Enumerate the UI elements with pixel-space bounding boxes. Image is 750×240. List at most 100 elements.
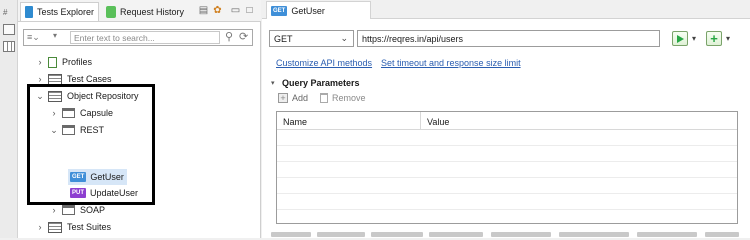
chevron-down-icon: ⌄ (340, 33, 348, 43)
refresh-icon[interactable]: ⟳ (239, 30, 248, 43)
tree-item-label: GetUser (90, 172, 124, 182)
tree-item-profiles[interactable]: › Profiles (35, 54, 92, 70)
plus-icon: + (710, 31, 718, 46)
chevron-right-icon[interactable]: › (35, 74, 45, 84)
tab-request-history[interactable]: Request History (102, 2, 188, 21)
add-param-button[interactable]: + Add (278, 93, 308, 103)
add-label: Add (292, 93, 309, 103)
table-row[interactable] (277, 209, 737, 210)
bottom-tab[interactable] (491, 232, 551, 237)
add-dropdown-icon[interactable]: ▾ (726, 34, 730, 43)
tree-item-label: Profiles (62, 57, 93, 67)
tab-label: Request History (119, 6, 184, 17)
chevron-down-icon[interactable]: ⌄ (49, 125, 59, 136)
table-row[interactable] (277, 177, 737, 178)
add-verification-button[interactable]: + (706, 31, 722, 46)
test-cases-icon (48, 73, 62, 85)
customize-api-methods-link[interactable]: Customize API methods (276, 58, 372, 68)
method-select[interactable]: GET ⌄ (269, 30, 354, 47)
trash-icon (320, 93, 328, 103)
folder-icon (62, 205, 75, 215)
tab-label: Tests Explorer (36, 7, 94, 17)
tree-item-soap[interactable]: › SOAP (49, 202, 105, 218)
run-dropdown-icon[interactable]: ▾ (692, 34, 696, 43)
tree-item-label: Object Repository (67, 91, 139, 101)
table-view-icon[interactable] (3, 41, 15, 52)
bottom-tab[interactable] (637, 232, 697, 237)
chevron-right-icon[interactable]: › (35, 57, 45, 67)
explorer-tabbar: Tests Explorer Request History ▤ ✿ ▭ □ (18, 0, 261, 22)
bottom-tab[interactable] (317, 232, 365, 237)
tree-item-label: REST (80, 125, 105, 135)
remove-label: Remove (332, 93, 366, 103)
sync-icon[interactable]: ✿ (212, 5, 223, 16)
run-button[interactable] (672, 31, 688, 46)
column-divider (420, 112, 421, 129)
maximize-icon[interactable]: □ (244, 5, 255, 16)
tests-explorer-icon (25, 6, 33, 18)
chevron-right-icon[interactable]: › (49, 205, 59, 215)
table-row[interactable] (277, 161, 737, 162)
tree-item-label: Test Suites (67, 222, 112, 232)
query-parameters-table: Name Value (276, 111, 738, 224)
tab-label: GetUser (291, 5, 325, 16)
set-timeout-link[interactable]: Set timeout and response size limit (381, 58, 521, 68)
collapse-icon[interactable]: ▾ (271, 79, 275, 87)
window-icon[interactable] (3, 24, 15, 35)
column-header-value: Value (427, 117, 450, 127)
tree-item-label: SOAP (80, 205, 106, 215)
chevron-right-icon[interactable]: › (49, 108, 59, 118)
tree-item-test-cases[interactable]: › Test Cases (35, 71, 112, 87)
remove-param-button[interactable]: Remove (320, 93, 366, 103)
bottom-tab[interactable] (705, 232, 739, 237)
pin-icon[interactable]: # (3, 8, 15, 19)
tree-item-getuser[interactable]: GET GetUser (68, 169, 127, 185)
tree-item-label: Test Cases (67, 74, 112, 84)
folder-icon (62, 125, 75, 135)
table-row[interactable] (277, 145, 737, 146)
tree-item-object-repository[interactable]: ⌄ Object Repository (35, 88, 139, 104)
bottom-tabs-strip (271, 229, 741, 238)
tree-item-capsule[interactable]: › Capsule (49, 105, 113, 121)
column-header-name: Name (283, 117, 308, 127)
filter-icon[interactable]: ≡⌄ (27, 32, 40, 43)
tree-item-updateuser[interactable]: PUT UpdateUser (70, 185, 138, 201)
get-badge: GET (271, 5, 288, 16)
bottom-tab[interactable] (429, 232, 483, 237)
tab-getuser[interactable]: GET GetUser (266, 1, 371, 19)
tab-tests-explorer[interactable]: Tests Explorer (20, 2, 99, 21)
tree-item-label: UpdateUser (90, 188, 139, 198)
search-icon[interactable]: ⚲ (225, 30, 233, 43)
query-parameters-heading: Query Parameters (282, 78, 360, 88)
request-history-icon (106, 5, 116, 18)
method-value: GET (274, 33, 293, 44)
chevron-down-icon[interactable]: ⌄ (35, 91, 45, 102)
tree-item-test-suites[interactable]: › Test Suites (35, 219, 111, 235)
add-icon: + (278, 93, 288, 103)
restore-icon[interactable]: ▤ (198, 5, 209, 16)
request-editor: GET GetUser GET ⌄ ▾ + ▾ Customize API me… (262, 0, 750, 238)
tree-item-label: Capsule (80, 108, 114, 118)
side-toolbar: # (0, 0, 18, 238)
minimize-icon[interactable]: ▭ (230, 5, 241, 16)
chevron-right-icon[interactable]: › (35, 222, 45, 232)
search-bar: ≡⌄ ▾ ⚲ ⟳ (23, 29, 253, 46)
bottom-tab[interactable] (371, 232, 423, 237)
table-row[interactable] (277, 193, 737, 194)
bottom-tab[interactable] (271, 232, 311, 237)
chevron-down-icon[interactable]: ▾ (53, 31, 57, 40)
folder-icon (62, 108, 75, 118)
header-divider (277, 129, 737, 130)
put-badge: PUT (70, 188, 86, 198)
search-input[interactable] (70, 31, 220, 44)
bottom-tab[interactable] (559, 232, 629, 237)
url-input[interactable] (357, 30, 660, 47)
editor-tabbar: GET GetUser (262, 0, 750, 19)
tree-item-rest[interactable]: ⌄ REST (49, 122, 104, 138)
object-repository-icon (48, 90, 62, 102)
tests-explorer-panel: Tests Explorer Request History ▤ ✿ ▭ □ ≡… (18, 0, 261, 238)
test-suites-icon (48, 221, 62, 233)
get-badge: GET (70, 172, 87, 182)
profiles-icon (48, 56, 57, 68)
play-icon (676, 34, 684, 43)
